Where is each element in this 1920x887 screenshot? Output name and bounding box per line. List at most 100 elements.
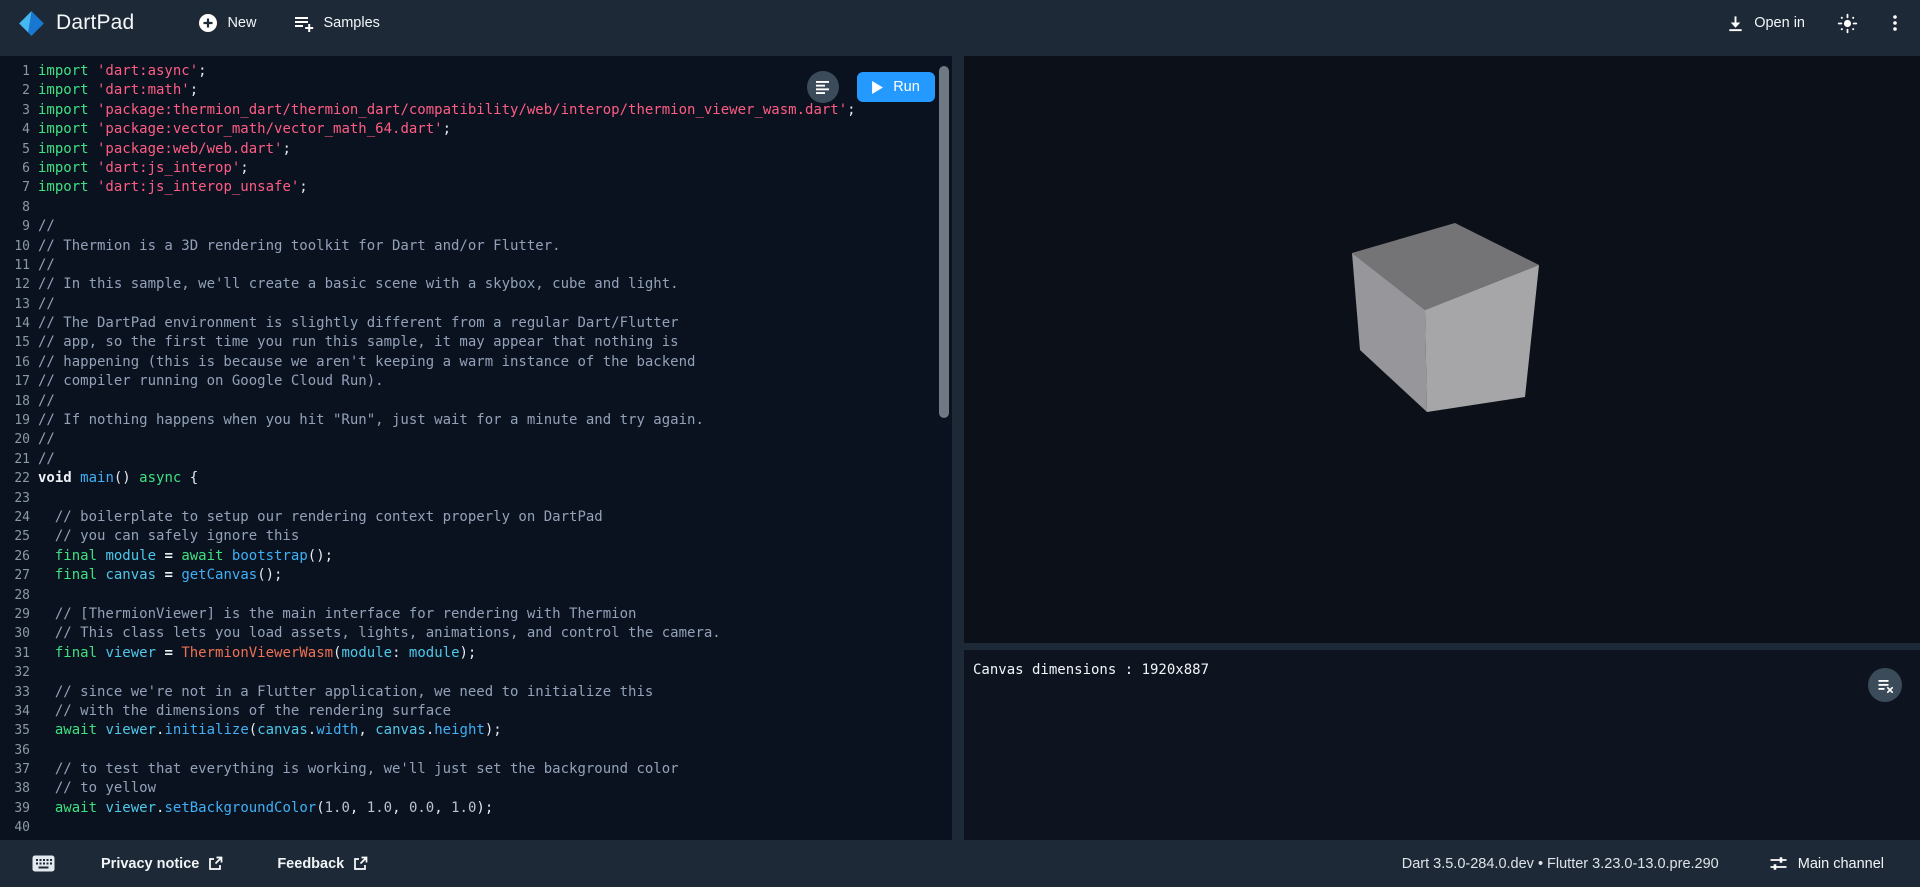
code-line: 7import 'dart:js_interop_unsafe'; [0,178,952,197]
code-text: // app, so the first time you run this s… [38,333,679,352]
line-number: 20 [0,430,30,449]
samples-button-label: Samples [323,15,379,31]
code-line: 5import 'package:web/web.dart'; [0,140,952,159]
code-text: final canvas = getCanvas(); [38,566,282,585]
code-line: 10// Thermion is a 3D rendering toolkit … [0,237,952,256]
run-button-label: Run [893,79,920,95]
line-number: 4 [0,120,30,139]
editor-scrollbar-thumb[interactable] [939,66,949,418]
clear-console-icon [1877,677,1894,694]
line-number: 22 [0,469,30,488]
line-number: 18 [0,392,30,411]
sdk-versions: Dart 3.5.0-284.0.dev • Flutter 3.23.0-13… [1402,856,1719,872]
render-canvas[interactable] [964,56,1920,447]
code-editor[interactable]: 1import 'dart:async';2import 'dart:math'… [0,56,952,840]
feedback-label: Feedback [277,856,344,872]
line-number: 2 [0,81,30,100]
code-text: // This class lets you load assets, ligh… [38,624,721,643]
app-footer: Privacy notice Feedback Dart 3.5.0-284.0… [0,840,1920,887]
main-split: 1import 'dart:async';2import 'dart:math'… [0,46,1920,840]
app-header: DartPad New Samples [0,0,1920,46]
plus-circle-icon [198,13,218,33]
code-line: 6import 'dart:js_interop'; [0,159,952,178]
code-text: // [38,430,55,449]
code-text: // boilerplate to setup our rendering co… [38,508,603,527]
line-number: 16 [0,353,30,372]
console-divider[interactable] [964,643,1920,650]
code-text: import 'dart:js_interop_unsafe'; [38,178,308,197]
line-number: 32 [0,663,30,682]
code-line: 32 [0,663,952,682]
code-line: 28 [0,586,952,605]
line-number: 34 [0,702,30,721]
code-text: // [38,256,55,275]
line-number: 13 [0,295,30,314]
line-number: 33 [0,683,30,702]
code-line: 37 // to test that everything is working… [0,760,952,779]
line-number: 24 [0,508,30,527]
line-number: 25 [0,527,30,546]
code-text: import 'dart:async'; [38,62,207,81]
line-number: 40 [0,818,30,837]
code-text: void main() async { [38,469,198,488]
panel-divider[interactable] [952,56,964,840]
run-button[interactable]: Run [857,72,935,102]
format-align-icon [815,79,831,95]
line-number: 37 [0,760,30,779]
code-text: final viewer = ThermionViewerWasm(module… [38,644,476,663]
external-link-icon [353,856,368,871]
line-number: 3 [0,101,30,120]
clear-console-button[interactable] [1868,668,1902,702]
code-text: import 'package:vector_math/vector_math_… [38,120,451,139]
line-number: 29 [0,605,30,624]
channel-selector-button[interactable]: Main channel [1763,853,1890,874]
theme-toggle-button[interactable] [1831,7,1864,40]
code-line: 34 // with the dimensions of the renderi… [0,702,952,721]
code-text: await viewer.setBackgroundColor(1.0, 1.0… [38,799,493,818]
code-text: // [38,295,55,314]
code-text: // you can safely ignore this [38,527,299,546]
playlist-add-icon [294,13,314,33]
line-number: 30 [0,624,30,643]
samples-button[interactable]: Samples [290,7,383,39]
code-text: // to yellow [38,779,156,798]
code-text: final module = await bootstrap(); [38,547,333,566]
feedback-link[interactable]: Feedback [271,855,374,873]
code-line: 40 [0,818,952,837]
code-text: // [38,217,55,236]
code-line: 17// compiler running on Google Cloud Ru… [0,372,952,391]
download-icon [1726,14,1745,33]
line-number: 15 [0,333,30,352]
code-line: 33 // since we're not in a Flutter appli… [0,683,952,702]
code-line: 36 [0,741,952,760]
dartpad-logo-icon [18,10,45,37]
format-button[interactable] [807,71,839,103]
output-panel: Canvas dimensions : 1920x887 [964,56,1920,840]
code-editor-panel: 1import 'dart:async';2import 'dart:math'… [0,56,952,840]
code-line: 18 // [0,392,952,411]
line-number: 35 [0,721,30,740]
line-number: 21 [0,450,30,469]
privacy-notice-link[interactable]: Privacy notice [95,855,229,873]
open-in-button[interactable]: Open in [1722,8,1809,39]
line-number: 1 [0,62,30,81]
new-button[interactable]: New [194,7,260,39]
app-title: DartPad [56,11,134,35]
dartpad-app: DartPad New Samples [0,0,1920,887]
privacy-notice-label: Privacy notice [101,856,199,872]
code-line: 8 [0,198,952,217]
code-text: // happening (this is because we aren't … [38,353,695,372]
play-icon [872,81,883,94]
code-text: // If nothing happens when you hit "Run"… [38,411,704,430]
render-canvas-letterbox [964,447,1920,643]
new-button-label: New [227,15,256,31]
overflow-menu-button[interactable] [1880,7,1910,39]
code-text: // [38,392,55,411]
line-number: 38 [0,779,30,798]
code-text: // compiler running on Google Cloud Run)… [38,372,384,391]
code-text: import 'package:web/web.dart'; [38,140,291,159]
keyboard-shortcuts-button[interactable] [26,849,61,878]
line-number: 9 [0,217,30,236]
code-line: 22 void main() async { [0,469,952,488]
code-line: 16 // happening (this is because we aren'… [0,353,952,372]
